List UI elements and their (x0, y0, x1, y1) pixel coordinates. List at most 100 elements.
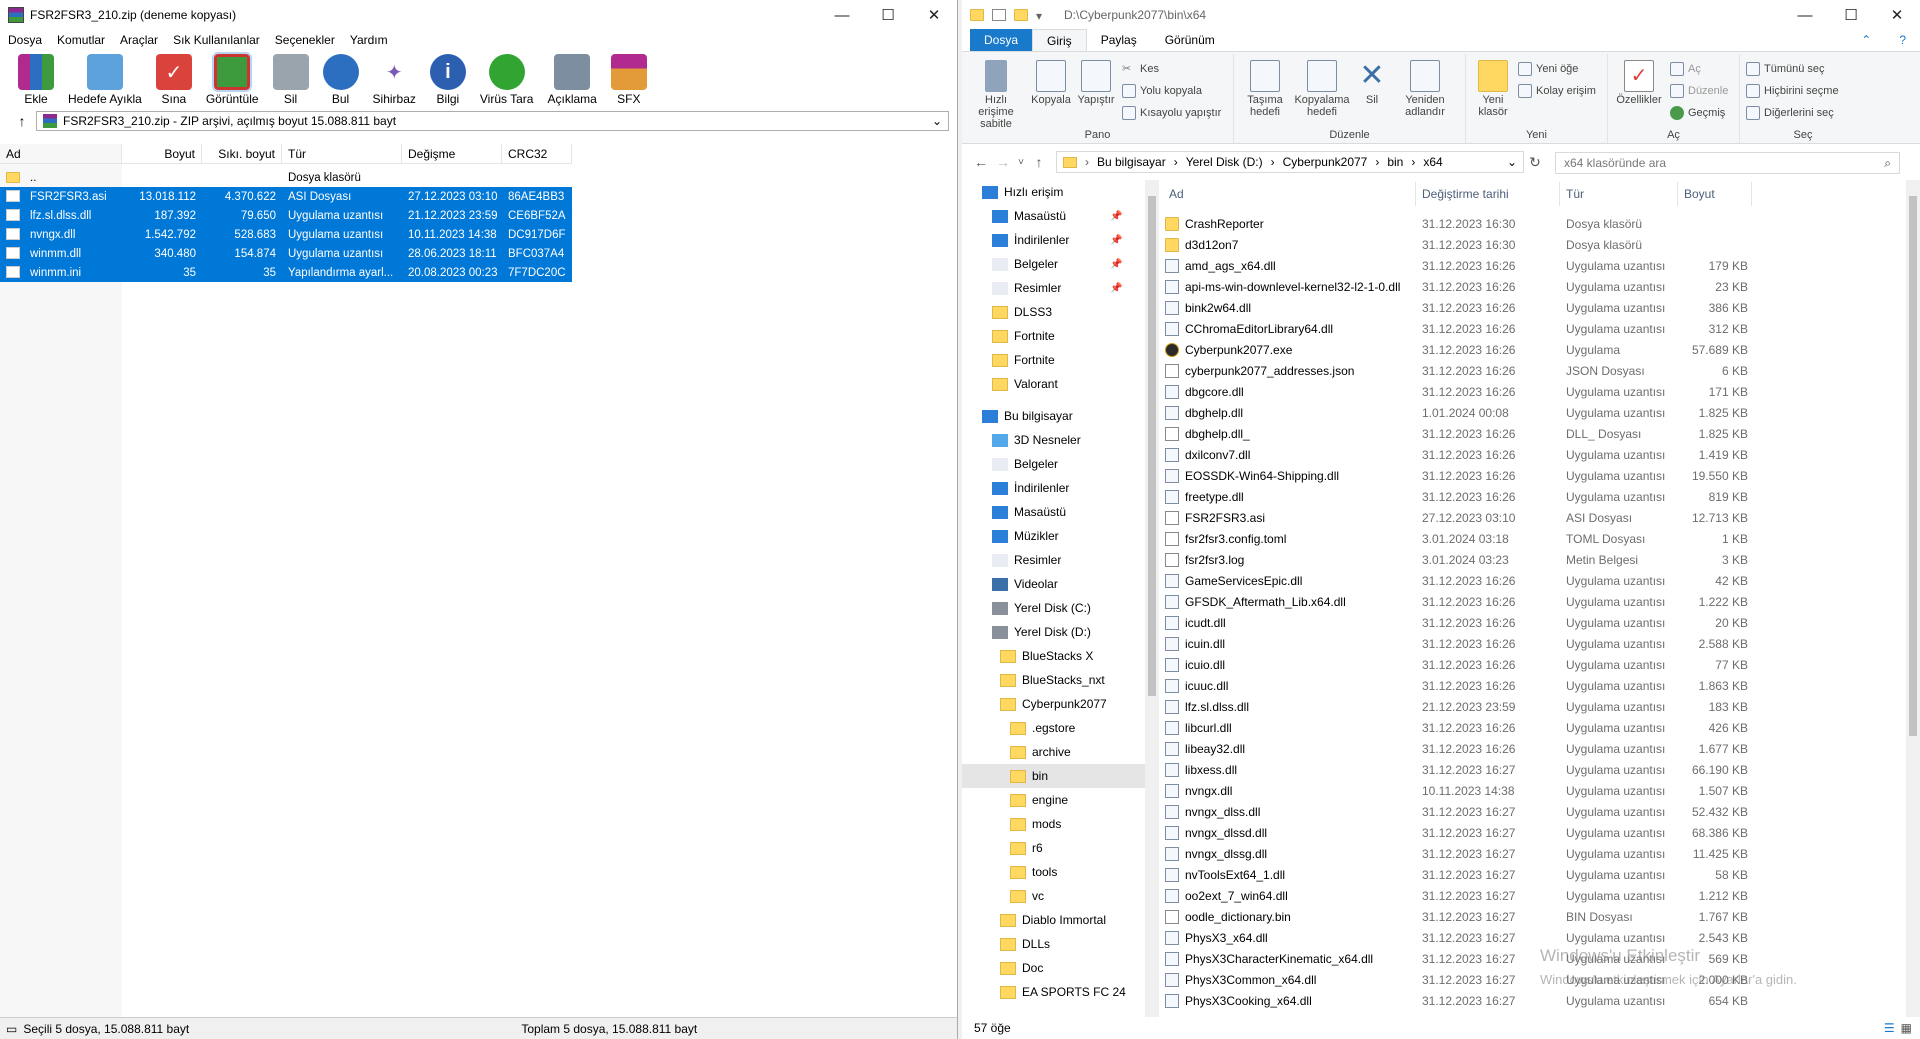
nav-item[interactable]: Belgeler 📌 (962, 252, 1145, 276)
file-row[interactable]: dbghelp.dll_ 31.12.2023 16:26 DLL_ Dosyası… (1163, 423, 1752, 444)
nav-item[interactable]: Belgeler (962, 452, 1145, 476)
col-crc[interactable]: CRC32 (502, 144, 572, 164)
view-button[interactable]: Görüntüle (206, 52, 259, 106)
nav-item[interactable]: İndirilenler 📌 (962, 228, 1145, 252)
nav-item[interactable]: tools (962, 860, 1145, 884)
properties-button[interactable]: ✓ Özellikler (1612, 60, 1666, 106)
nav-item[interactable]: EA SPORTS FC 24 (962, 980, 1145, 1004)
nav-item[interactable]: BlueStacks X (962, 644, 1145, 668)
address-bar[interactable]: › Bu bilgisayar › Yerel Disk (D:) › Cyberp… (1056, 151, 1524, 173)
copy-path-button[interactable]: Yolu kopyala (1122, 84, 1202, 98)
back-arrow-icon[interactable]: ← (970, 154, 992, 170)
file-row[interactable]: libeay32.dll 31.12.2023 16:26 Uygulama uza… (1163, 738, 1752, 759)
file-row[interactable]: nvngx.dll 10.11.2023 14:38 Uygulama uzantı… (1163, 780, 1752, 801)
breadcrumb-x64[interactable]: x64 (1423, 155, 1442, 169)
nav-item[interactable]: DLSS3 (962, 300, 1145, 324)
recent-locations-icon[interactable]: ˅ (1014, 157, 1028, 168)
nav-item[interactable]: Videolar (962, 572, 1145, 596)
edit-button[interactable]: Düzenle (1670, 84, 1728, 98)
close-button[interactable]: ✕ (911, 0, 957, 30)
file-row[interactable]: dxilconv7.dll 31.12.2023 16:26 Uygulama uz… (1163, 444, 1752, 465)
menu-yardim[interactable]: Yardım (350, 33, 388, 47)
archive-file-row[interactable]: nvngx.dll 1.542.792 528.683 Uygulama uzantı… (0, 225, 572, 244)
file-row[interactable]: fsr2fsr3.log 3.01.2024 03:23 Metin Belgesi… (1163, 549, 1752, 570)
file-row[interactable]: oo2ext_7_win64.dll 31.12.2023 16:27 Uygula… (1163, 885, 1752, 906)
forward-arrow-icon[interactable]: → (992, 154, 1014, 170)
file-row[interactable]: amd_ags_x64.dll 31.12.2023 16:26 Uygulama … (1163, 255, 1752, 276)
col-type[interactable]: Tür (1560, 182, 1678, 206)
file-row[interactable]: dbghelp.dll 1.01.2024 00:08 Uygulama uzant… (1163, 402, 1752, 423)
file-scroll-thumb[interactable] (1909, 196, 1917, 736)
nav-item[interactable]: BlueStacks_nxt (962, 668, 1145, 692)
chevron-down-icon[interactable]: ⌄ (1507, 155, 1517, 169)
file-row[interactable]: FSR2FSR3.asi 27.12.2023 03:10 ASI Dosyası 1… (1163, 507, 1752, 528)
up-arrow-icon[interactable]: ↑ (1028, 154, 1050, 170)
nav-item[interactable]: Resimler (962, 548, 1145, 572)
file-row[interactable]: d3d12on7 31.12.2023 16:30 Dosya klasörü (1163, 234, 1752, 255)
nav-item[interactable]: Müzikler (962, 524, 1145, 548)
file-row[interactable]: GFSDK_Aftermath_Lib.x64.dll 31.12.2023 16… (1163, 591, 1752, 612)
nav-item[interactable]: İndirilenler (962, 476, 1145, 500)
file-row[interactable]: nvngx_dlss.dll 31.12.2023 16:27 Uygulama u… (1163, 801, 1752, 822)
test-button[interactable]: ✓ Sına (155, 54, 192, 106)
file-row[interactable]: bink2w64.dll 31.12.2023 16:26 Uygulama uza… (1163, 297, 1752, 318)
nav-item[interactable]: r6 (962, 836, 1145, 860)
up-arrow-icon[interactable]: ↑ (8, 113, 36, 129)
file-row[interactable]: fsr2fsr3.config.toml 3.01.2024 03:18 TOML … (1163, 528, 1752, 549)
menu-araclar[interactable]: Araçlar (120, 33, 158, 47)
file-row[interactable]: icudt.dll 31.12.2023 16:26 Uygulama uzantı… (1163, 612, 1752, 633)
find-button[interactable]: Bul (322, 54, 359, 106)
nav-scrollbar[interactable] (1145, 180, 1159, 1017)
file-row[interactable]: icuio.dll 31.12.2023 16:26 Uygulama uzantı… (1163, 654, 1752, 675)
refresh-icon[interactable]: ↻ (1524, 154, 1546, 171)
chevron-down-icon[interactable]: ▾ (1036, 9, 1046, 23)
file-row[interactable]: api-ms-win-downlevel-kernel32-l2-1-0.dll… (1163, 276, 1752, 297)
maximize-button[interactable]: ☐ (1828, 0, 1874, 30)
history-button[interactable]: Geçmiş (1670, 106, 1725, 120)
extract-to-button[interactable]: Hedefe Ayıkla (68, 54, 142, 106)
file-row[interactable]: libxess.dll 31.12.2023 16:27 Uygulama uzan… (1163, 759, 1752, 780)
breadcrumb-cyberpunk[interactable]: Cyberpunk2077 (1283, 155, 1368, 169)
nav-item[interactable]: bin (962, 764, 1145, 788)
file-row[interactable]: EOSSDK-Win64-Shipping.dll 31.12.2023 16:2… (1163, 465, 1752, 486)
file-row[interactable]: nvngx_dlssd.dll 31.12.2023 16:27 Uygulama … (1163, 822, 1752, 843)
menu-secenekler[interactable]: Seçenekler (275, 33, 335, 47)
file-row[interactable]: icuuc.dll 31.12.2023 16:26 Uygulama uzantı… (1163, 675, 1752, 696)
file-row[interactable]: oodle_dictionary.bin 31.12.2023 16:27 BIN … (1163, 906, 1752, 927)
paste-button[interactable]: Yapıştır (1074, 60, 1118, 106)
help-icon[interactable]: ? (1885, 29, 1920, 51)
sfx-button[interactable]: SFX (610, 54, 647, 106)
nav-item[interactable]: Yerel Disk (D:) (962, 620, 1145, 644)
file-row[interactable]: lfz.sl.dlss.dll 21.12.2023 23:59 Uygulama … (1163, 696, 1752, 717)
properties-icon[interactable] (992, 9, 1006, 21)
tab-share[interactable]: Paylaş (1087, 29, 1151, 51)
file-row[interactable]: dbgcore.dll 31.12.2023 16:26 Uygulama uzan… (1163, 381, 1752, 402)
wizard-button[interactable]: ✦ Sihirbaz (373, 54, 416, 107)
copy-to-button[interactable]: Kopyalama hedefi (1294, 60, 1350, 118)
nav-item[interactable]: Cyberpunk2077 (962, 692, 1145, 716)
col-packed[interactable]: Sıkı. boyut (202, 144, 282, 164)
new-item-button[interactable]: Yeni öğe (1518, 62, 1578, 76)
archive-file-row[interactable]: lfz.sl.dlss.dll 187.392 79.650 Uygulama uza… (0, 206, 572, 225)
col-type[interactable]: Tür (282, 144, 402, 164)
nav-item[interactable]: Masaüstü 📌 (962, 204, 1145, 228)
file-row[interactable]: nvToolsExt64_1.dll 31.12.2023 16:27 Uygula… (1163, 864, 1752, 885)
file-row[interactable]: Cyberpunk2077.exe 31.12.2023 16:26 Uygulam… (1163, 339, 1752, 360)
select-all-button[interactable]: Tümünü seç (1746, 62, 1825, 76)
file-row[interactable]: GameServicesEpic.dll 31.12.2023 16:26 Uygu… (1163, 570, 1752, 591)
col-modified[interactable]: Değişme (402, 144, 502, 164)
easy-access-button[interactable]: Kolay erişim (1518, 84, 1596, 98)
chevron-up-icon[interactable]: ⌃ (1847, 29, 1885, 51)
delete-button[interactable]: Sil (272, 54, 309, 106)
close-button[interactable]: ✕ (1874, 0, 1920, 30)
nav-item[interactable]: archive (962, 740, 1145, 764)
breadcrumb-drive-d[interactable]: Yerel Disk (D:) (1186, 155, 1263, 169)
select-none-button[interactable]: Hiçbirini seçme (1746, 84, 1839, 98)
breadcrumb-this-pc[interactable]: Bu bilgisayar (1097, 155, 1166, 169)
nav-item[interactable]: Bu bilgisayar (962, 404, 1145, 428)
tab-home[interactable]: Giriş (1032, 29, 1087, 51)
col-date[interactable]: Değiştirme tarihi (1416, 182, 1560, 206)
nav-item[interactable]: Fortnite (962, 324, 1145, 348)
nav-item[interactable]: DLLs (962, 932, 1145, 956)
file-scrollbar[interactable] (1906, 180, 1920, 1017)
